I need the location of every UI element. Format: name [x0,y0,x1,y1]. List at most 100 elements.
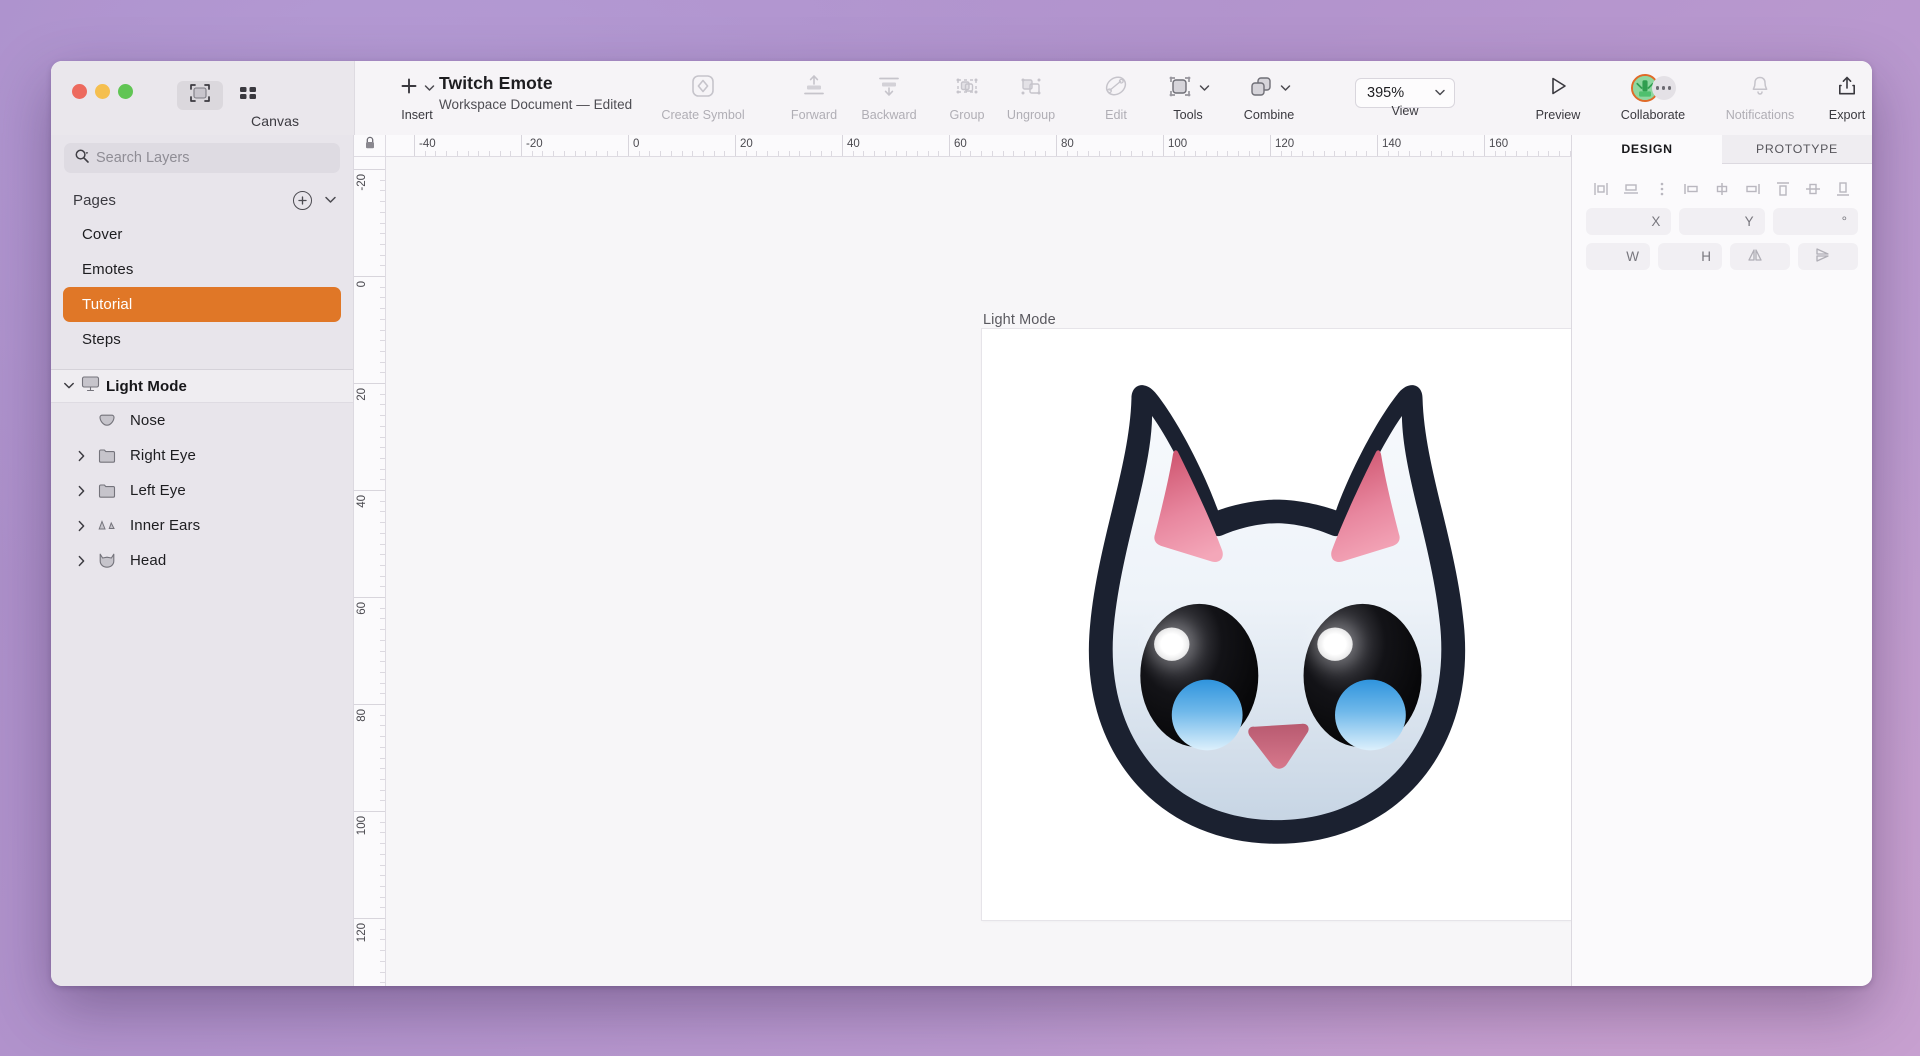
layer-row-light-mode[interactable]: Light Mode [51,370,353,403]
page-item-cover[interactable]: Cover [63,217,341,252]
ruler-minor-tick [380,447,385,448]
tool-notifications[interactable]: Notifications [1712,71,1808,122]
rotation-field[interactable]: ° [1773,208,1858,235]
flip-vertical-button[interactable] [1798,243,1858,270]
ruler-minor-tick [596,151,597,156]
page-item-emotes[interactable]: Emotes [63,252,341,287]
align-edge-center-icon[interactable] [1711,178,1733,200]
align-toolbar [1572,164,1872,206]
x-field[interactable]: X [1586,208,1671,235]
tool-combine[interactable]: Combine [1221,71,1317,122]
chevron-collapsed-icon[interactable] [73,485,89,497]
ruler-minor-tick [489,151,490,156]
width-field[interactable]: W [1586,243,1650,270]
ruler-minor-tick [380,233,385,234]
close-button[interactable] [72,84,87,99]
ruler-minor-tick [1559,151,1560,156]
canvas-viewport[interactable]: Light Mode [386,157,1571,986]
ruler-major-tick [354,169,385,170]
vertical-ruler[interactable]: -20020406080100120 [354,157,386,986]
ruler-minor-tick [938,151,939,156]
align-left-icon[interactable] [1590,178,1612,200]
lock-icon [364,136,376,155]
tool-view-label: View [1391,104,1418,118]
ruler-minor-tick [380,982,385,983]
flip-horizontal-button[interactable] [1730,243,1790,270]
tab-prototype[interactable]: PROTOTYPE [1722,135,1872,164]
ruler-label: 80 [1056,138,1074,150]
cat-emote-artwork[interactable] [982,329,1571,920]
ruler-minor-tick [380,779,385,780]
page-item-steps[interactable]: Steps [63,322,341,357]
plus-icon [399,76,419,101]
ruler-minor-tick [500,151,501,156]
horizontal-ruler[interactable]: -40-20020406080100120140160 [354,135,1571,157]
ruler-minor-tick [1473,151,1474,156]
tool-create-symbol[interactable]: Create Symbol [655,71,751,122]
grid-view-button[interactable] [225,81,271,110]
search-layers-input[interactable]: Search Layers [64,143,340,173]
align-edge-right-icon[interactable] [1741,178,1763,200]
ruler-minor-tick [380,576,385,577]
ruler-minor-tick [1142,151,1143,156]
ruler-minor-tick [724,151,725,156]
minimize-button[interactable] [95,84,110,99]
chevron-collapsed-icon[interactable] [73,450,89,462]
horizontal-ruler-track[interactable]: -40-20020406080100120140160 [386,135,1571,156]
width-field-label: W [1626,249,1639,264]
chevron-expanded-icon[interactable] [63,377,75,395]
layer-row-nose[interactable]: Nose [51,403,353,438]
ruler-minor-tick [1249,151,1250,156]
layer-row-left-eye[interactable]: Left Eye [51,473,353,508]
ruler-lock-button[interactable] [354,135,386,156]
tool-collaborate[interactable]: Collaborate [1605,71,1701,122]
tool-preview[interactable]: Preview [1510,71,1606,122]
y-field[interactable]: Y [1679,208,1764,235]
canvas-view-button[interactable] [177,81,223,110]
height-field[interactable]: H [1658,243,1722,270]
align-center-horizontal-icon[interactable] [1620,178,1642,200]
ruler-minor-tick [380,297,385,298]
chevron-collapsed-icon[interactable] [73,555,89,567]
flip-vertical-icon [1814,247,1832,266]
ruler-minor-tick [380,854,385,855]
ruler-minor-tick [553,151,554,156]
view-toggle [177,81,271,110]
sidebar: Search Layers Pages Cover Emotes Tutoria… [51,135,354,986]
ruler-minor-tick [1024,151,1025,156]
tool-ungroup[interactable]: Ungroup [983,71,1079,122]
ruler-minor-tick [478,151,479,156]
ruler-minor-tick [380,244,385,245]
ruler-minor-tick [380,747,385,748]
artboard-icon [189,84,211,107]
artboard-light-mode[interactable] [982,329,1571,920]
align-edge-left-icon[interactable] [1681,178,1703,200]
ruler-minor-tick [380,394,385,395]
document-subtitle: Workspace Document — Edited [439,97,632,114]
zoom-button[interactable] [118,84,133,99]
tool-tools-label: Tools [1173,108,1202,122]
pages-collapse-chevron-icon[interactable] [324,191,337,209]
collaborate-more-badge[interactable] [1652,76,1676,100]
ruler-minor-tick [380,832,385,833]
tool-export[interactable]: Export [1799,71,1872,122]
layer-row-head[interactable]: Head [51,543,353,578]
artboard-title-label[interactable]: Light Mode [983,312,1056,328]
ruler-minor-tick [380,469,385,470]
layer-row-right-eye[interactable]: Right Eye [51,438,353,473]
ruler-label: 0 [628,138,639,150]
chevron-collapsed-icon[interactable] [73,520,89,532]
align-bottom-icon[interactable] [1832,178,1854,200]
layer-row-inner-ears[interactable]: Inner Ears [51,508,353,543]
page-item-tutorial[interactable]: Tutorial [63,287,341,322]
align-top-icon[interactable] [1772,178,1794,200]
chevron-down-icon[interactable] [1434,84,1446,102]
align-middle-icon[interactable] [1802,178,1824,200]
tool-create-symbol-label: Create Symbol [661,108,744,122]
layer-name: Right Eye [130,447,196,464]
distribute-horizontal-icon[interactable] [1651,178,1673,200]
ruler-minor-tick [380,426,385,427]
ruler-label: 40 [842,138,860,150]
add-page-button[interactable] [293,191,312,210]
tab-design[interactable]: DESIGN [1572,135,1722,164]
